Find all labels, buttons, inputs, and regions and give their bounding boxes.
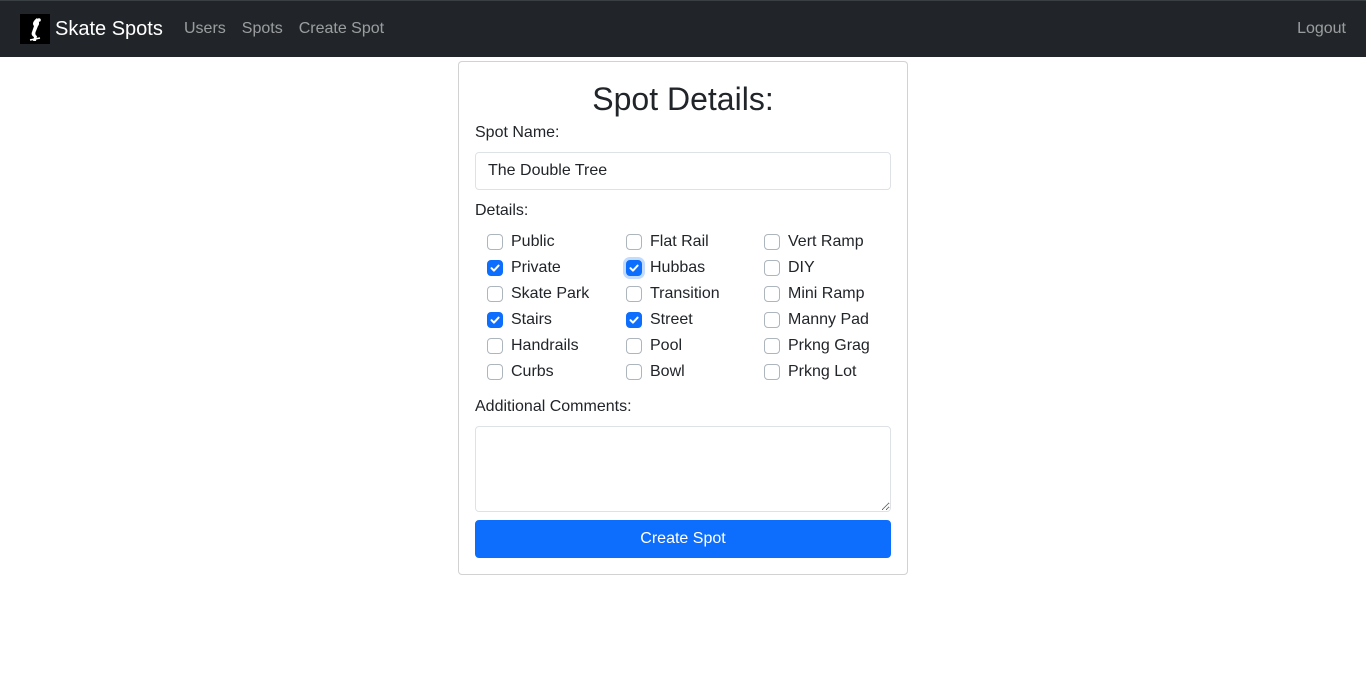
detail-checkbox-item[interactable]: Transition: [626, 281, 764, 307]
checkbox-checked[interactable]: [626, 260, 642, 276]
navbar: Skate Spots Users Spots Create Spot Logo…: [0, 0, 1366, 57]
checkmark-icon: [629, 316, 639, 324]
checkmark-icon: [490, 264, 500, 272]
detail-checkbox-item[interactable]: Hubbas: [626, 255, 764, 281]
checkbox-unchecked[interactable]: [487, 286, 503, 302]
detail-checkbox-label: Private: [511, 259, 561, 276]
checkbox-unchecked[interactable]: [487, 234, 503, 250]
detail-checkbox-item[interactable]: Prkng Lot: [764, 359, 891, 385]
comments-label: Additional Comments:: [475, 398, 632, 415]
detail-checkbox-label: Pool: [650, 337, 683, 354]
detail-checkbox-item[interactable]: Pool: [626, 333, 764, 359]
detail-checkbox-item[interactable]: Bowl: [626, 359, 764, 385]
skater-logo-icon: [20, 14, 50, 44]
detail-checkbox-label: Curbs: [511, 363, 554, 380]
nav-link-users[interactable]: Users: [184, 17, 226, 41]
detail-checkbox-item[interactable]: Manny Pad: [764, 307, 891, 333]
detail-checkbox-label: Hubbas: [650, 259, 706, 276]
checkbox-unchecked[interactable]: [764, 312, 780, 328]
detail-checkbox-item[interactable]: Flat Rail: [626, 229, 764, 255]
detail-checkbox-item[interactable]: Prkng Grag: [764, 333, 891, 359]
checkbox-unchecked[interactable]: [764, 234, 780, 250]
detail-checkbox-label: Handrails: [511, 337, 579, 354]
nav-link-spots[interactable]: Spots: [242, 17, 283, 41]
comments-textarea[interactable]: [475, 426, 891, 512]
checkbox-unchecked[interactable]: [626, 364, 642, 380]
detail-checkbox-label: Flat Rail: [650, 233, 709, 250]
create-spot-button[interactable]: Create Spot: [475, 520, 891, 558]
detail-checkbox-item[interactable]: Street: [626, 307, 764, 333]
detail-checkbox-label: Prkng Grag: [788, 337, 870, 354]
checkmark-icon: [490, 316, 500, 324]
form-title: Spot Details:: [592, 81, 774, 117]
detail-checkbox-item[interactable]: Skate Park: [487, 281, 626, 307]
details-label: Details:: [475, 202, 529, 219]
checkbox-checked[interactable]: [487, 312, 503, 328]
checkbox-unchecked[interactable]: [626, 338, 642, 354]
logout-link[interactable]: Logout: [1297, 17, 1346, 41]
checkbox-unchecked[interactable]: [626, 234, 642, 250]
checkmark-icon: [629, 264, 639, 272]
detail-checkbox-label: Bowl: [650, 363, 685, 380]
details-checkbox-grid: Public Flat Rail Vert Ramp Private Hubbas DIY…: [487, 229, 891, 385]
checkbox-unchecked[interactable]: [487, 338, 503, 354]
detail-checkbox-label: Prkng Lot: [788, 363, 857, 380]
spot-details-card: Spot Details: Spot Name: Details: Public…: [458, 61, 908, 575]
detail-checkbox-label: DIY: [788, 259, 815, 276]
detail-checkbox-label: Public: [511, 233, 555, 250]
detail-checkbox-item[interactable]: Mini Ramp: [764, 281, 891, 307]
detail-checkbox-item[interactable]: Handrails: [487, 333, 626, 359]
checkbox-unchecked[interactable]: [487, 364, 503, 380]
detail-checkbox-item[interactable]: Public: [487, 229, 626, 255]
checkbox-unchecked[interactable]: [626, 286, 642, 302]
detail-checkbox-label: Manny Pad: [788, 311, 869, 328]
detail-checkbox-label: Stairs: [511, 311, 552, 328]
detail-checkbox-label: Transition: [650, 285, 720, 302]
checkbox-unchecked[interactable]: [764, 338, 780, 354]
detail-checkbox-item[interactable]: Stairs: [487, 307, 626, 333]
checkbox-unchecked[interactable]: [764, 286, 780, 302]
spot-name-label: Spot Name:: [475, 124, 560, 141]
detail-checkbox-label: Vert Ramp: [788, 233, 864, 250]
detail-checkbox-item[interactable]: Private: [487, 255, 626, 281]
detail-checkbox-item[interactable]: Curbs: [487, 359, 626, 385]
checkbox-checked[interactable]: [487, 260, 503, 276]
checkbox-checked[interactable]: [626, 312, 642, 328]
spot-name-input[interactable]: [475, 152, 891, 190]
brand-name: Skate Spots: [55, 18, 163, 40]
detail-checkbox-label: Skate Park: [511, 285, 590, 302]
nav-link-create-spot[interactable]: Create Spot: [299, 17, 384, 41]
checkbox-unchecked[interactable]: [764, 364, 780, 380]
detail-checkbox-item[interactable]: DIY: [764, 255, 891, 281]
checkbox-unchecked[interactable]: [764, 260, 780, 276]
nav-links: Users Spots Create Spot: [184, 1, 400, 57]
detail-checkbox-label: Mini Ramp: [788, 285, 865, 302]
detail-checkbox-label: Street: [650, 311, 693, 328]
detail-checkbox-item[interactable]: Vert Ramp: [764, 229, 891, 255]
brand-link[interactable]: Skate Spots: [20, 14, 163, 44]
